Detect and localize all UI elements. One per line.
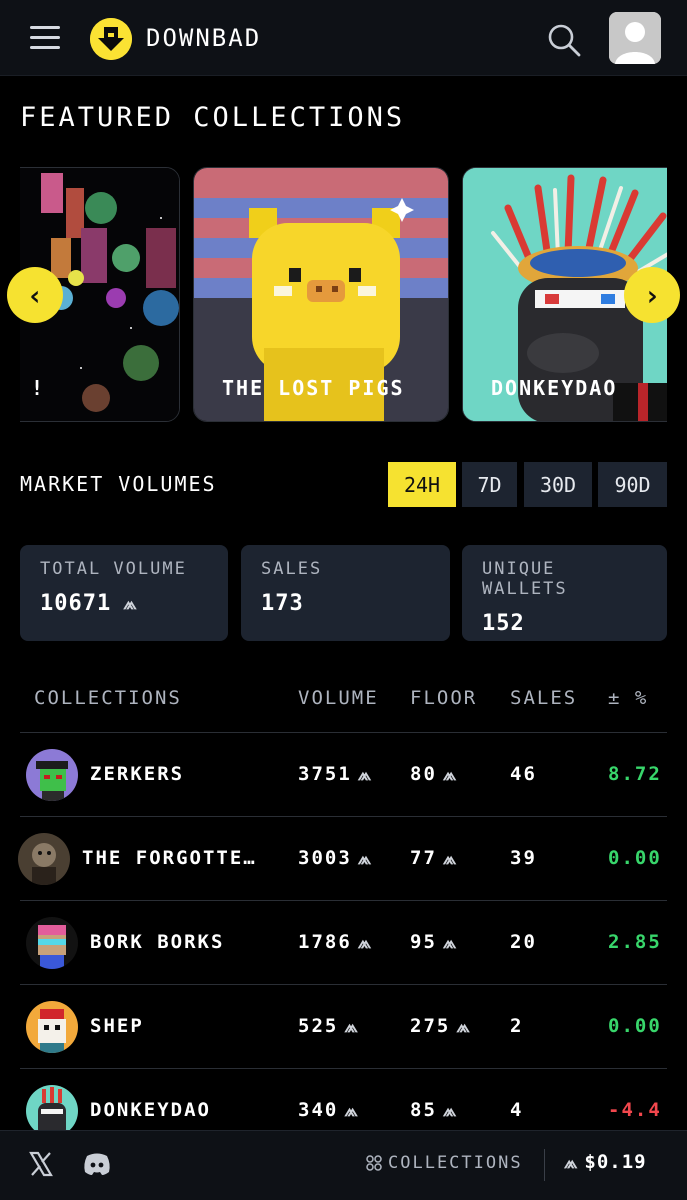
floor-cell: 95 ⩕ bbox=[410, 931, 458, 953]
carousel-prev-button[interactable]: ‹ bbox=[7, 267, 63, 323]
floor-value: 275 bbox=[410, 1015, 451, 1037]
token-icon: ⩕ bbox=[456, 1017, 472, 1037]
collection-avatar bbox=[26, 749, 78, 801]
tab-7d[interactable]: 7D bbox=[462, 462, 517, 507]
stat-sales: SALES 173 bbox=[241, 545, 450, 641]
volume-cell: 340 ⩕ bbox=[298, 1099, 360, 1121]
token-icon: ⩕ bbox=[357, 765, 374, 785]
sales-value: 46 bbox=[510, 763, 537, 785]
stat-label: TOTAL VOLUME bbox=[40, 559, 187, 579]
sales-value: 39 bbox=[510, 847, 537, 869]
floor-value: 80 bbox=[410, 763, 437, 785]
collection-avatar bbox=[18, 833, 70, 885]
collection-name: DONKEYDAO bbox=[90, 1099, 211, 1121]
sales-value: 2 bbox=[510, 1015, 524, 1037]
token-icon: ⩕ bbox=[123, 593, 138, 614]
floor-cell: 77 ⩕ bbox=[410, 847, 458, 869]
table-row[interactable]: THE FORGOTTE… 3003 ⩕ 77 ⩕ 39 0.00 bbox=[18, 817, 667, 901]
brand-name[interactable]: DOWNBAD bbox=[146, 24, 261, 52]
floor-cell: 85 ⩕ bbox=[410, 1099, 458, 1121]
volume-value: 340 bbox=[298, 1099, 339, 1121]
stat-total-volume: TOTAL VOLUME 10671 ⩕ bbox=[20, 545, 228, 641]
header-change[interactable]: ± % bbox=[608, 687, 648, 709]
top-bar: DOWNBAD bbox=[0, 0, 687, 76]
token-icon: ⩕ bbox=[442, 1101, 459, 1121]
featured-card-label: ! bbox=[31, 376, 46, 400]
change-value: 8.72 bbox=[608, 763, 662, 785]
change-value: 0.00 bbox=[608, 1015, 662, 1037]
token-icon: ⩕ bbox=[442, 765, 459, 785]
footer-collections-label: COLLECTIONS bbox=[388, 1153, 523, 1173]
hamburger-menu-icon[interactable] bbox=[30, 26, 60, 50]
token-icon: ⩕ bbox=[442, 849, 459, 869]
floor-cell: 80 ⩕ bbox=[410, 763, 458, 785]
stat-unique-wallets: UNIQUE WALLETS 152 bbox=[462, 545, 667, 641]
table-row[interactable]: SHEP 525 ⩕ 275 ⩕ 2 0.00 bbox=[20, 985, 667, 1069]
collections-table-header: COLLECTIONS VOLUME FLOOR SALES ± % bbox=[20, 687, 667, 733]
volume-cell: 525 ⩕ bbox=[298, 1015, 360, 1037]
floor-value: 77 bbox=[410, 847, 437, 869]
downbad-logo-icon[interactable] bbox=[90, 18, 132, 60]
search-icon[interactable] bbox=[546, 22, 582, 58]
volume-cell: 1786 ⩕ bbox=[298, 931, 373, 953]
collection-name: SHEP bbox=[90, 1015, 144, 1037]
featured-carousel[interactable]: ! THE LOST PIGS DONKEYDAO bbox=[20, 167, 667, 422]
change-value: 2.85 bbox=[608, 931, 662, 953]
collection-avatar bbox=[26, 917, 78, 969]
featured-card[interactable]: THE LOST PIGS bbox=[193, 167, 449, 422]
x-twitter-icon[interactable] bbox=[28, 1151, 54, 1177]
footer-collections-link[interactable]: COLLECTIONS bbox=[366, 1153, 523, 1173]
sales-value: 20 bbox=[510, 931, 537, 953]
stat-label: UNIQUE WALLETS bbox=[482, 559, 568, 599]
carousel-next-button[interactable]: › bbox=[624, 267, 680, 323]
header-floor[interactable]: FLOOR bbox=[410, 687, 477, 709]
discord-icon[interactable] bbox=[82, 1151, 112, 1177]
change-value: 0.00 bbox=[608, 847, 662, 869]
token-icon: ⩕ bbox=[357, 849, 374, 869]
token-icon: ⩕ bbox=[344, 1017, 360, 1037]
stat-label: SALES bbox=[261, 559, 323, 579]
stat-value: 10671 bbox=[40, 591, 112, 616]
tab-90d[interactable]: 90D bbox=[598, 462, 667, 507]
floor-value: 85 bbox=[410, 1099, 437, 1121]
token-price: ⩕ $0.19 bbox=[564, 1151, 647, 1173]
collection-name: THE FORGOTTE… bbox=[82, 847, 257, 869]
token-icon: ⩕ bbox=[564, 1153, 579, 1173]
token-icon: ⩕ bbox=[442, 933, 459, 953]
volume-cell: 3003 ⩕ bbox=[298, 847, 373, 869]
collection-avatar bbox=[26, 1001, 78, 1053]
token-icon: ⩕ bbox=[344, 1101, 360, 1121]
volume-value: 525 bbox=[298, 1015, 339, 1037]
volume-cell: 3751 ⩕ bbox=[298, 763, 373, 785]
floor-cell: 275 ⩕ bbox=[410, 1015, 472, 1037]
stat-value: 173 bbox=[261, 591, 304, 616]
footer-divider bbox=[544, 1149, 545, 1181]
stat-value: 152 bbox=[482, 611, 525, 636]
grid-icon bbox=[366, 1155, 382, 1171]
featured-card-label: DONKEYDAO bbox=[491, 376, 618, 400]
tab-30d[interactable]: 30D bbox=[524, 462, 592, 507]
header-collections[interactable]: COLLECTIONS bbox=[34, 687, 182, 709]
collection-name: ZERKERS bbox=[90, 763, 185, 785]
table-row[interactable]: BORK BORKS 1786 ⩕ 95 ⩕ 20 2.85 bbox=[20, 901, 667, 985]
volume-value: 3003 bbox=[298, 847, 352, 869]
featured-card-label: THE LOST PIGS bbox=[222, 376, 405, 400]
market-volumes-title: MARKET VOLUMES bbox=[20, 472, 217, 496]
user-avatar-icon[interactable] bbox=[609, 12, 661, 64]
header-sales[interactable]: SALES bbox=[510, 687, 577, 709]
sales-value: 4 bbox=[510, 1099, 524, 1121]
header-volume[interactable]: VOLUME bbox=[298, 687, 379, 709]
collection-name: BORK BORKS bbox=[90, 931, 225, 953]
tab-24h[interactable]: 24H bbox=[388, 462, 456, 507]
floor-value: 95 bbox=[410, 931, 437, 953]
token-price-value: $0.19 bbox=[584, 1151, 647, 1173]
token-icon: ⩕ bbox=[357, 933, 374, 953]
footer-bar: COLLECTIONS ⩕ $0.19 bbox=[0, 1130, 687, 1200]
change-value: -4.4 bbox=[608, 1099, 662, 1121]
table-row[interactable]: ZERKERS 3751 ⩕ 80 ⩕ 46 8.72 bbox=[20, 733, 667, 817]
volume-value: 3751 bbox=[298, 763, 352, 785]
featured-collections-title: FEATURED COLLECTIONS bbox=[20, 102, 406, 133]
volume-value: 1786 bbox=[298, 931, 352, 953]
